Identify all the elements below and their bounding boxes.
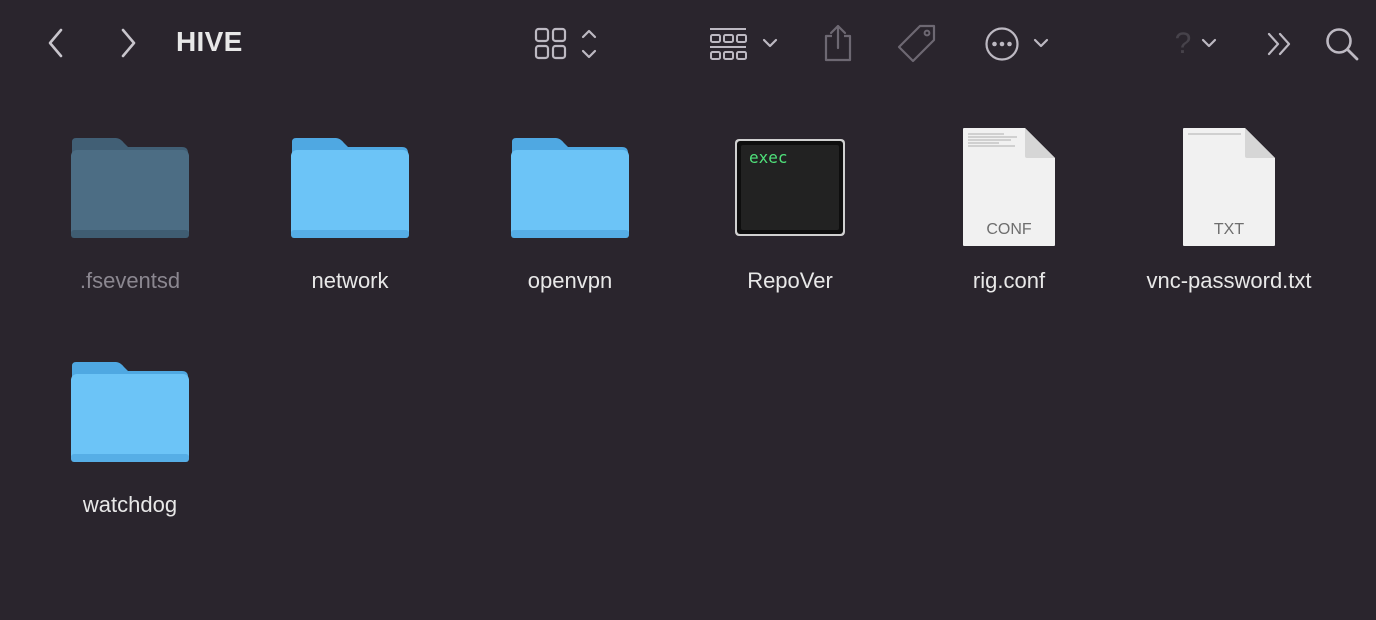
view-mode-button[interactable] <box>530 24 606 64</box>
double-chevron-right-icon <box>1267 32 1291 56</box>
file-item-vnc-password[interactable]: TXT vnc-password.txt <box>1119 128 1339 300</box>
tag-button[interactable] <box>896 22 940 66</box>
file-name: RepoVer <box>747 268 833 293</box>
file-item-network[interactable]: network <box>240 130 460 300</box>
chevron-down-icon <box>1201 38 1217 48</box>
folder-icon <box>511 138 629 238</box>
file-item-repover[interactable]: exec RepoVer <box>680 130 900 300</box>
icon-grid-view-icon <box>534 27 597 60</box>
file-item-fseventsd[interactable]: .fseventsd <box>20 130 240 300</box>
file-name: rig.conf <box>972 268 1046 293</box>
ellipsis-circle-icon <box>985 27 1049 61</box>
chevron-right-icon <box>121 28 136 58</box>
file-extension-badge: TXT <box>1213 221 1245 238</box>
share-button[interactable] <box>818 22 858 64</box>
file-name: openvpn <box>527 268 613 293</box>
back-button[interactable] <box>40 26 72 60</box>
exec-badge: exec <box>749 148 788 167</box>
help-label: ? <box>1174 27 1192 60</box>
folder-icon <box>291 138 409 238</box>
file-item-rig-conf[interactable]: CONF rig.conf <box>899 128 1119 300</box>
toolbar-overflow-button[interactable] <box>1262 26 1298 62</box>
search-button[interactable] <box>1322 24 1362 64</box>
share-icon <box>824 24 852 62</box>
file-name: network <box>311 268 389 293</box>
search-icon <box>1326 28 1359 61</box>
file-name: vnc-password.txt <box>1146 268 1312 293</box>
more-actions-button[interactable] <box>982 24 1056 64</box>
file-extension-badge: CONF <box>986 221 1032 238</box>
folder-icon <box>71 362 189 462</box>
forward-button[interactable] <box>112 26 144 60</box>
tag-icon <box>897 24 936 63</box>
file-name: watchdog <box>82 492 178 517</box>
folder-icon <box>71 138 189 238</box>
file-item-openvpn[interactable]: openvpn <box>460 130 680 300</box>
terminal-exec-icon <box>735 139 845 236</box>
toolbar: HIVE ? <box>0 0 1376 88</box>
file-name: .fseventsd <box>79 268 181 293</box>
window-title: HIVE <box>176 26 243 57</box>
chevron-left-icon <box>48 28 63 58</box>
file-item-watchdog[interactable]: watchdog <box>20 354 240 524</box>
group-by-button[interactable] <box>706 24 782 64</box>
help-button[interactable]: ? <box>1158 24 1224 64</box>
group-grid-icon <box>710 28 778 60</box>
